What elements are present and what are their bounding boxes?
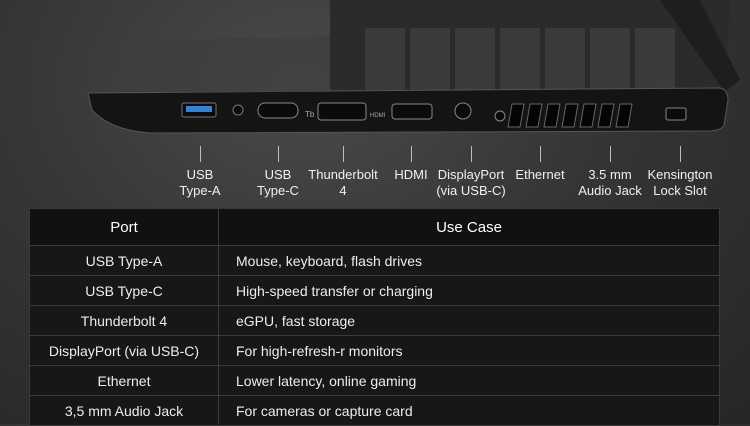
audio-jack [494,110,506,122]
label-displayport: DisplayPort (via USB-C) [436,167,506,198]
use-case-cell: eGPU, fast storage [218,305,720,336]
table-row: DisplayPort (via USB-C) For high-refresh… [29,335,720,366]
status-led [232,104,244,116]
table-row: Ethernet Lower latency, online gaming [29,365,720,396]
port-cell: 3,5 mm Audio Jack [29,395,219,426]
use-case-cell: High-speed transfer or charging [218,275,720,306]
use-case-cell: Lower latency, online gaming [218,365,720,396]
thunderbolt-mark: Tb [305,110,315,119]
column-header-port: Port [29,208,219,246]
label-tick [471,146,472,162]
label-ethernet: Ethernet [515,167,565,182]
port-cell: USB Type-C [29,275,219,306]
table-header-row: Port Use Case [29,208,720,246]
hdmi-mark: HDMI [370,113,386,119]
displayport-jack [454,102,472,120]
port-guide: Tb HDMI USB Type-A USB Type-C Thunderbol… [0,0,750,426]
use-case-cell: Mouse, keyboard, flash drives [218,245,720,276]
label-usb-c: USB Type-C [257,167,299,198]
port-cell: DisplayPort (via USB-C) [29,335,219,366]
keycaps [365,28,675,90]
kensington-slot [665,107,687,121]
label-tick [680,146,681,162]
hdmi-port [391,103,433,120]
label-hdmi: HDMI [394,167,428,182]
table-row: USB Type-C High-speed transfer or chargi… [29,275,720,306]
touchpad-surface [120,36,330,92]
usb-a-port [181,102,217,118]
thunderbolt-port [317,102,367,121]
table-row: Thunderbolt 4 eGPU, fast storage [29,305,720,336]
use-case-cell: For high-refresh-r monitors [218,335,720,366]
label-tick [610,146,611,162]
port-cell: USB Type-A [29,245,219,276]
table-row: 3,5 mm Audio Jack For cameras or capture… [29,395,720,426]
label-tick [411,146,412,162]
label-kensington: Kensington Lock Slot [647,167,713,198]
port-cell: Ethernet [29,365,219,396]
usb-c-port [257,102,299,119]
label-tick [540,146,541,162]
table-row: USB Type-A Mouse, keyboard, flash drives [29,245,720,276]
column-header-use-case: Use Case [218,208,720,246]
port-cell: Thunderbolt 4 [29,305,219,336]
label-tick [200,146,201,162]
label-tick [278,146,279,162]
label-thunderbolt: Thunderbolt 4 [308,167,378,198]
laptop-side-illustration: Tb HDMI [87,0,740,134]
label-audio-jack: 3.5 mm Audio Jack [578,167,642,198]
port-use-table: Port Use Case USB Type-A Mouse, keyboard… [29,208,720,426]
label-usb-a: USB Type-A [179,167,221,198]
label-tick [343,146,344,162]
use-case-cell: For cameras or capture card [218,395,720,426]
